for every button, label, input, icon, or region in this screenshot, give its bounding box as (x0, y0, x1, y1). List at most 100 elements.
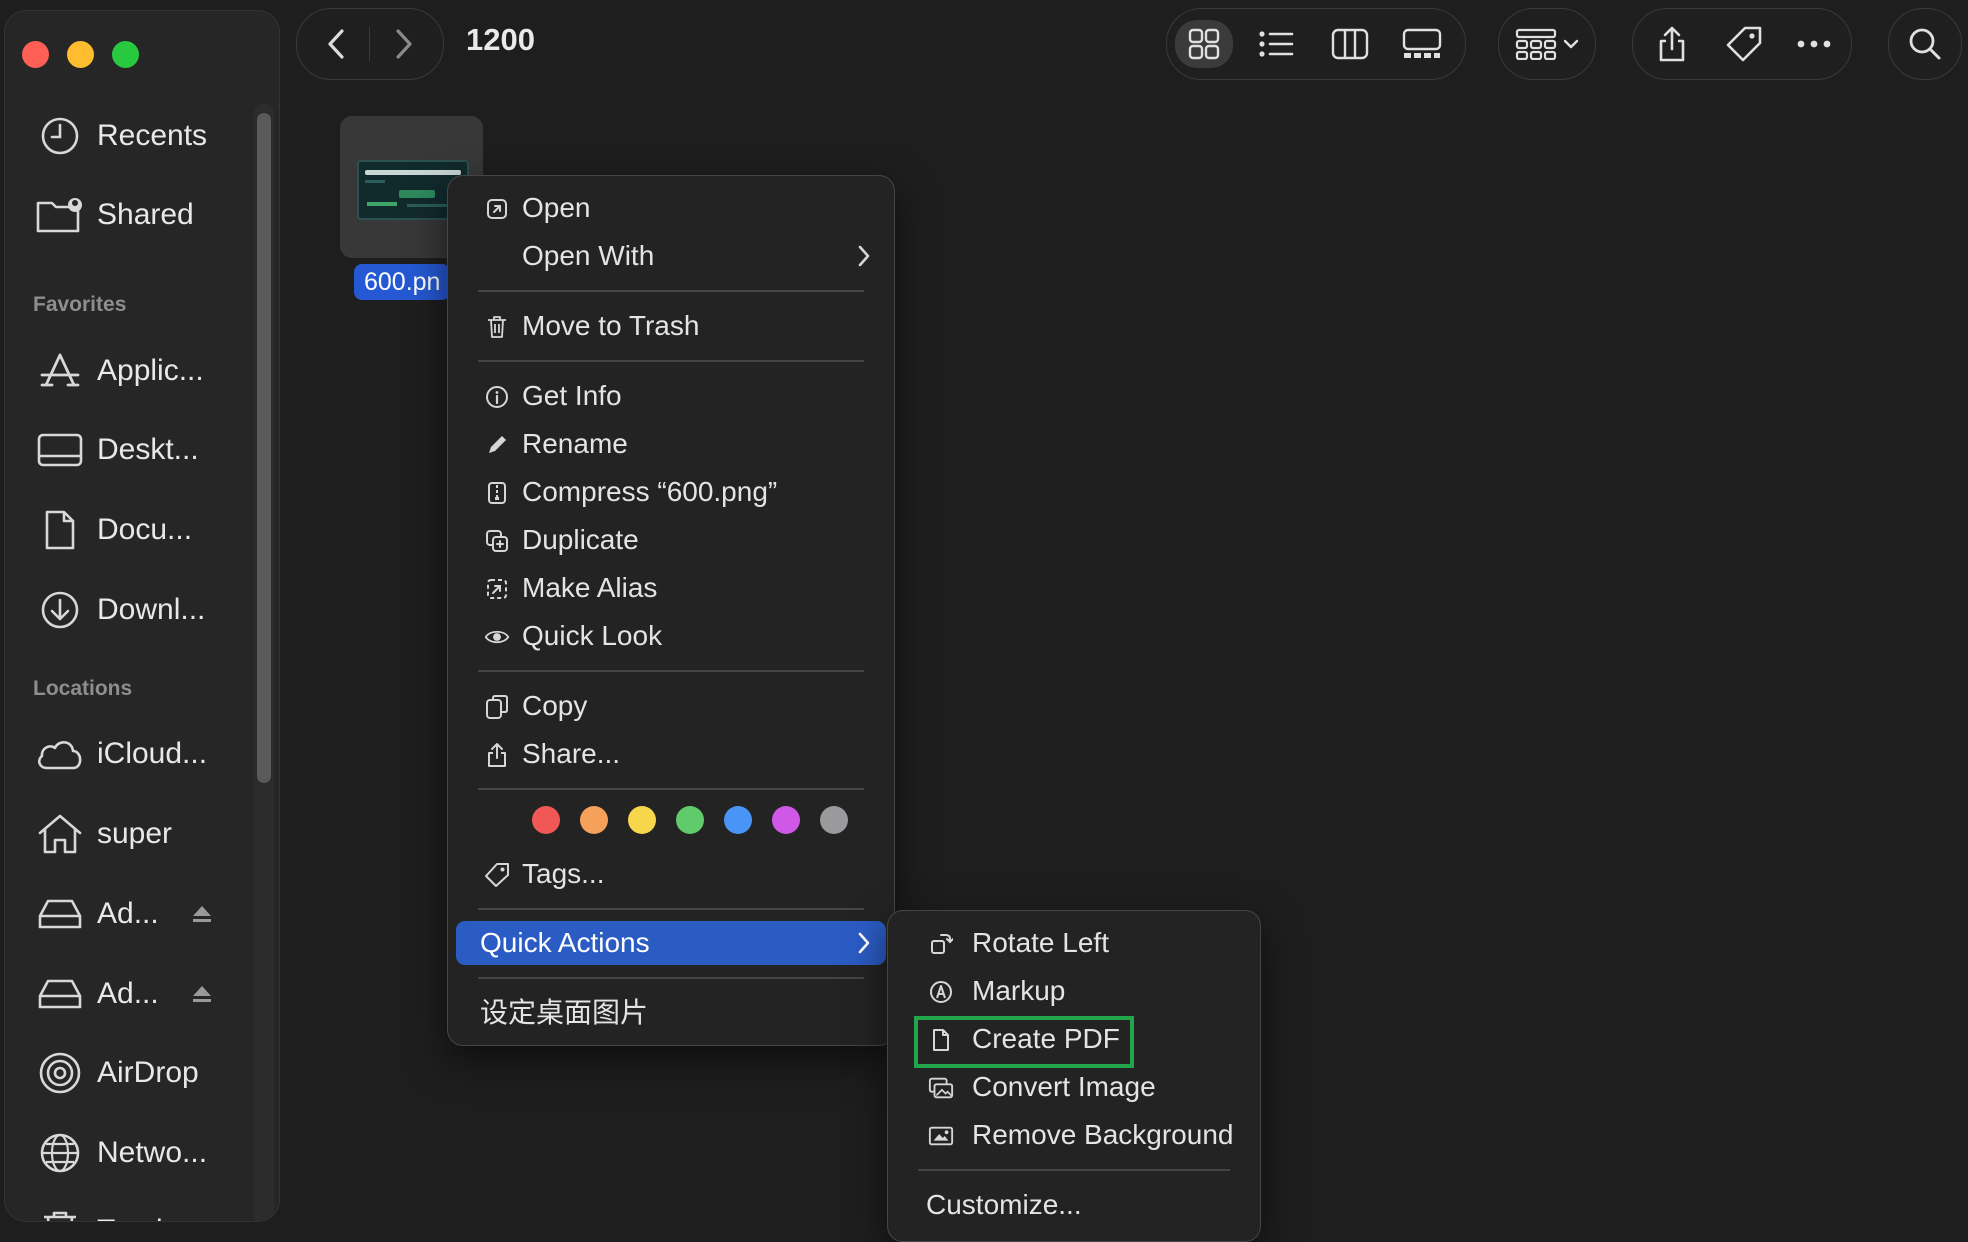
tag-color-purple[interactable] (772, 806, 800, 834)
view-mode-group (1166, 8, 1466, 80)
network-icon (35, 1128, 85, 1178)
more-button[interactable] (1785, 20, 1843, 68)
menu-item-label: Customize... (926, 1189, 1082, 1220)
sidebar-item-recents[interactable]: Recents (35, 106, 207, 166)
sidebar-item-trash[interactable]: Trash (35, 1201, 173, 1221)
ellipsis-icon (1797, 40, 1831, 48)
menu-item-move-to-trash[interactable]: Move to Trash (456, 304, 886, 348)
menu-item-label: Quick Actions (480, 927, 650, 958)
chevron-right-icon (396, 29, 412, 59)
eject-icon[interactable] (191, 984, 213, 1004)
share-button[interactable] (1643, 20, 1701, 68)
sidebar-item-drive[interactable]: Ad... (35, 884, 213, 944)
open-icon (484, 196, 510, 222)
sidebar-item-label: Shared (97, 198, 194, 231)
sidebar-item-network[interactable]: Netwo... (35, 1123, 207, 1183)
menu-item-set-desktop-picture[interactable]: 设定桌面图片 (456, 991, 886, 1035)
tag-icon (1726, 26, 1762, 62)
sidebar-item-airdrop[interactable]: AirDrop (35, 1043, 199, 1103)
alias-icon (484, 576, 510, 602)
sidebar-item-shared[interactable]: Shared (35, 185, 194, 245)
tag-color-green[interactable] (676, 806, 704, 834)
duplicate-icon (484, 528, 510, 554)
group-by-button[interactable] (1498, 8, 1596, 80)
tag-color-gray[interactable] (820, 806, 848, 834)
menu-item-label: Duplicate (522, 524, 639, 555)
search-button[interactable] (1888, 8, 1962, 80)
menu-item-rename[interactable]: Rename (456, 422, 886, 466)
sidebar-item-label: Trash (97, 1214, 173, 1221)
menu-item-get-info[interactable]: Get Info (456, 374, 886, 418)
sidebar-item-desktop[interactable]: Deskt... (35, 420, 199, 480)
menu-separator (478, 360, 864, 362)
gallery-view-button[interactable] (1393, 20, 1451, 68)
file-name-label[interactable]: 600.pn (354, 264, 451, 300)
menu-item-label: Markup (972, 975, 1066, 1006)
sidebar-item-drive[interactable]: Ad... (35, 964, 213, 1024)
tag-button[interactable] (1715, 20, 1773, 68)
menu-item-rotate-left[interactable]: Rotate Left (896, 921, 1252, 965)
menu-item-convert-image[interactable]: Convert Image (896, 1065, 1252, 1109)
list-view-button[interactable] (1247, 20, 1305, 68)
column-view-button[interactable] (1321, 20, 1379, 68)
eye-icon (484, 624, 510, 650)
sidebar-item-label: Recents (97, 119, 208, 152)
menu-item-copy[interactable]: Copy (456, 684, 886, 728)
airdrop-icon (35, 1048, 85, 1098)
menu-item-quick-look[interactable]: Quick Look (456, 614, 886, 658)
sidebar-scrollbar-thumb[interactable] (257, 113, 271, 783)
menu-item-quick-actions[interactable]: Quick Actions (456, 921, 886, 965)
sidebar-item-icloud[interactable]: iCloud... (35, 724, 207, 784)
minimize-window-button[interactable] (67, 41, 94, 68)
close-window-button[interactable] (22, 41, 49, 68)
tag-color-blue[interactable] (724, 806, 752, 834)
sidebar-item-applications[interactable]: Applic... (35, 341, 204, 401)
sidebar-scrollbar[interactable] (254, 103, 274, 1221)
menu-item-tags[interactable]: Tags... (456, 852, 886, 896)
menu-item-label: Make Alias (522, 572, 658, 603)
menu-item-remove-background[interactable]: Remove Background (896, 1113, 1252, 1157)
tag-color-orange[interactable] (580, 806, 608, 834)
sidebar-item-documents[interactable]: Docu... (35, 500, 192, 560)
menu-item-duplicate[interactable]: Duplicate (456, 518, 886, 562)
sidebar-item-label: Deskt... (97, 433, 199, 466)
tag-icon (484, 862, 510, 888)
icon-view-button[interactable] (1175, 20, 1233, 68)
sidebar-item-home[interactable]: super (35, 804, 172, 864)
trash-icon (35, 1206, 85, 1221)
info-icon (484, 384, 510, 410)
menu-item-label: Share... (522, 738, 621, 769)
share-icon (484, 742, 510, 768)
nav-separator (369, 27, 370, 61)
tag-color-yellow[interactable] (628, 806, 656, 834)
window-controls (22, 41, 139, 68)
menu-separator (478, 977, 864, 979)
desktop-icon (35, 425, 85, 475)
columns-icon (1331, 28, 1369, 60)
menu-separator (918, 1169, 1230, 1171)
eject-icon[interactable] (191, 904, 213, 924)
menu-item-markup[interactable]: Markup (896, 969, 1252, 1013)
sidebar: Recents Shared Favorites Applic... Deskt… (4, 10, 280, 1222)
drive-icon (35, 969, 85, 1019)
trash-icon (484, 314, 510, 340)
document-icon (35, 505, 85, 555)
menu-item-open-with[interactable]: Open With (456, 234, 886, 278)
menu-item-label: Open (522, 192, 591, 223)
zoom-window-button[interactable] (112, 41, 139, 68)
menu-item-customize[interactable]: Customize... (896, 1183, 1252, 1227)
sidebar-item-downloads[interactable]: Downl... (35, 580, 205, 640)
menu-item-compress[interactable]: Compress “600.png” (456, 470, 886, 514)
menu-item-label: 设定桌面图片 (480, 997, 649, 1028)
gallery-icon (1402, 28, 1442, 58)
menu-item-share[interactable]: Share... (456, 732, 886, 776)
forward-button[interactable] (385, 25, 423, 63)
back-button[interactable] (317, 25, 355, 63)
navigation-buttons (296, 8, 444, 80)
applications-icon (35, 346, 85, 396)
menu-item-make-alias[interactable]: Make Alias (456, 566, 886, 610)
sidebar-item-label: iCloud... (97, 737, 208, 770)
chevron-right-icon (856, 931, 872, 955)
menu-item-open[interactable]: Open (456, 186, 886, 230)
tag-color-red[interactable] (532, 806, 560, 834)
